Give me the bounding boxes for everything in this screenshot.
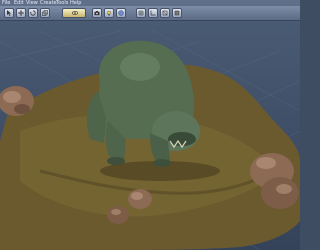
move-icon bbox=[18, 10, 24, 16]
rock-left bbox=[0, 86, 34, 116]
wireframe-icon bbox=[162, 10, 168, 16]
scene-canvas bbox=[0, 28, 300, 250]
move-tool-button[interactable] bbox=[16, 8, 26, 18]
render-icon bbox=[118, 10, 124, 16]
toolbar bbox=[0, 6, 300, 21]
arrow-icon bbox=[7, 10, 11, 16]
camera-tool-button[interactable] bbox=[92, 8, 102, 18]
3d-viewport[interactable]: ~~~~~~~~~~ ~~ ~~ ~ bbox=[0, 21, 300, 250]
camera-icon bbox=[94, 11, 100, 16]
axis-toggle-button[interactable] bbox=[148, 8, 158, 18]
rotate-icon bbox=[30, 10, 36, 16]
shaded-button[interactable] bbox=[172, 8, 182, 18]
render-tool-button[interactable] bbox=[116, 8, 126, 18]
scale-tool-button[interactable] bbox=[40, 8, 50, 18]
axis-icon bbox=[150, 10, 156, 16]
app-window: File Edit View Create Tools Help ~~~~~~~… bbox=[0, 0, 300, 250]
light-tool-button[interactable] bbox=[104, 8, 114, 18]
shaded-icon bbox=[174, 10, 180, 16]
light-icon bbox=[107, 10, 111, 16]
wireframe-button[interactable] bbox=[160, 8, 170, 18]
eye-icon bbox=[72, 11, 78, 15]
grid-toggle-button[interactable] bbox=[136, 8, 146, 18]
rotate-tool-button[interactable] bbox=[28, 8, 38, 18]
grid-icon bbox=[138, 10, 144, 16]
scale-icon bbox=[42, 10, 48, 16]
select-tool-button[interactable] bbox=[4, 8, 14, 18]
view-tool-button[interactable] bbox=[62, 8, 86, 18]
